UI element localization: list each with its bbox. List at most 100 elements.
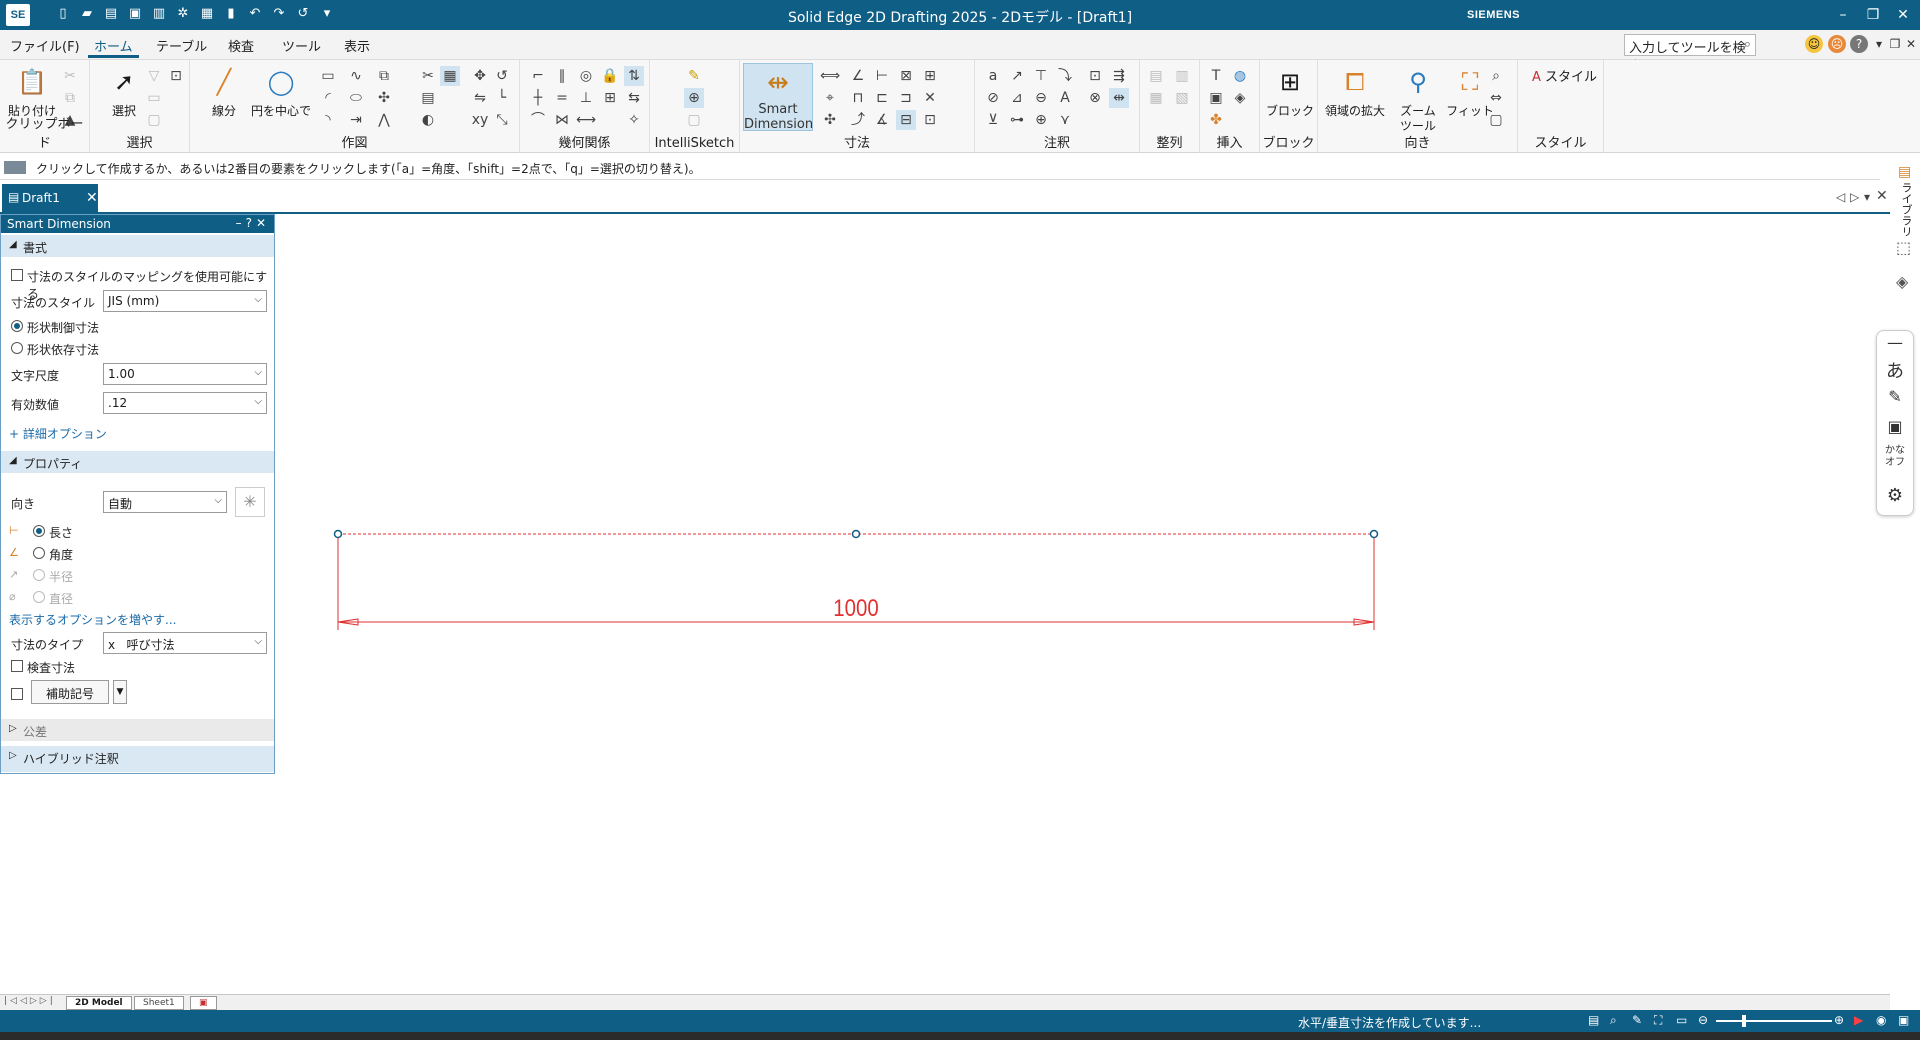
angle-radio[interactable]: [33, 547, 45, 559]
show-relations-icon[interactable]: ▢: [684, 110, 704, 130]
enable-mapping-checkbox[interactable]: [11, 269, 23, 281]
close-all-tabs-icon[interactable]: ✕: [1876, 188, 1888, 204]
dim-type-select[interactable]: x 呼び寸法 ⌵: [103, 632, 267, 654]
help-icon[interactable]: ?: [1850, 35, 1868, 53]
angle-between-icon[interactable]: ∠: [848, 66, 868, 86]
text-box-icon[interactable]: A: [1055, 88, 1075, 108]
zoom-slider-thumb[interactable]: [1742, 1015, 1746, 1027]
gear-icon[interactable]: ⚙: [1877, 485, 1913, 506]
bolt-hole-circle-icon[interactable]: ⊕: [1031, 110, 1051, 130]
zoom-area-button[interactable]: ⧠ 領域の拡大: [1320, 64, 1390, 134]
panel-close-icon[interactable]: ✕: [256, 216, 270, 230]
kana-mode-button[interactable]: あ: [1877, 357, 1913, 383]
insert-symbol-icon[interactable]: ✤: [1206, 110, 1226, 130]
callout-icon[interactable]: ⊤: [1031, 66, 1051, 86]
horizontal-vertical-icon[interactable]: ┼: [528, 88, 548, 108]
orientation-select[interactable]: 自動 ⌵: [103, 491, 227, 513]
lock-icon[interactable]: 🔒: [600, 66, 620, 86]
collapse-icon[interactable]: —: [1877, 333, 1913, 352]
align-bottom-icon[interactable]: ▧: [1172, 88, 1192, 108]
curve-icon[interactable]: ∿: [346, 66, 366, 86]
tab-table[interactable]: テーブル: [150, 36, 213, 58]
symmetric-icon[interactable]: ⋀: [374, 110, 394, 130]
style-button[interactable]: A スタイル: [1532, 66, 1597, 85]
library-tab[interactable]: ライブラリ: [1898, 182, 1914, 237]
datum-frame-icon[interactable]: ⊡: [1085, 66, 1105, 86]
ellipse-icon[interactable]: ⬭: [346, 88, 366, 108]
fill-icon[interactable]: ▦: [440, 66, 460, 86]
zoom-icon[interactable]: ⌕: [1486, 66, 1506, 86]
symmetric-diameter-icon[interactable]: ⊞: [920, 66, 940, 86]
centerline-icon[interactable]: ⇹: [1109, 88, 1129, 108]
zoom-out-icon[interactable]: ⊖: [1698, 1013, 1708, 1027]
coordinate-icon[interactable]: xy: [470, 110, 490, 130]
intellisketch-options-icon[interactable]: ⊕: [684, 88, 704, 108]
aux-symbol-checkbox[interactable]: [11, 688, 23, 700]
line-endpoint-handle[interactable]: [333, 529, 343, 539]
weld-icon[interactable]: ⊿: [1007, 88, 1027, 108]
tab-tools[interactable]: ツール: [276, 36, 327, 58]
datum-target-icon[interactable]: ⊻: [983, 110, 1003, 130]
concentric-icon[interactable]: ◎: [576, 66, 596, 86]
angle-dim-icon[interactable]: ∡: [872, 110, 892, 130]
layers-icon[interactable]: ◈: [1896, 272, 1908, 291]
aux-symbol-button[interactable]: 補助記号: [31, 680, 109, 704]
tab-home[interactable]: ホーム: [88, 36, 139, 58]
corner-icon[interactable]: └: [492, 88, 512, 108]
connector-icon[interactable]: ⊶: [1007, 110, 1027, 130]
restore-button[interactable]: ❐: [1858, 4, 1888, 26]
kana-off-button[interactable]: かな オフ: [1877, 445, 1913, 469]
ime-pad-icon[interactable]: ✎: [1877, 387, 1913, 406]
select-all-icon[interactable]: ▢: [144, 110, 164, 130]
dim-style-select[interactable]: JIS (mm) ⌵: [103, 290, 267, 312]
symmetric-dim-icon[interactable]: ✣: [820, 110, 840, 130]
line-endpoint-handle[interactable]: [1369, 529, 1379, 539]
dimension-value-text[interactable]: 1000: [833, 594, 878, 621]
smile-feedback-icon[interactable]: ☺: [1805, 35, 1823, 53]
driven-dim-radio[interactable]: [11, 342, 23, 354]
equal-icon[interactable]: =: [552, 88, 572, 108]
mirror-icon[interactable]: ⇋: [470, 88, 490, 108]
perpendicular-icon[interactable]: ⊥: [576, 88, 596, 108]
tab-inspect[interactable]: 検査: [222, 36, 260, 58]
tangent-icon[interactable]: ⌒: [528, 110, 548, 130]
drawing-canvas[interactable]: 1000: [276, 214, 1890, 994]
balloon-icon[interactable]: ⤵: [1055, 66, 1075, 86]
arc-icon[interactable]: ◜: [318, 88, 338, 108]
line-midpoint-handle[interactable]: [851, 529, 861, 539]
zoom-in-icon[interactable]: ⊕: [1834, 1013, 1844, 1027]
parallel-icon[interactable]: ∥: [552, 66, 572, 86]
leader-icon[interactable]: ↗: [1007, 66, 1027, 86]
close-window-button[interactable]: ✕: [1888, 4, 1918, 26]
smart-dimension-button[interactable]: ⇹ Smart Dimension: [743, 63, 813, 132]
edit-dim-icon[interactable]: ✕: [920, 88, 940, 108]
orientation-pick-icon[interactable]: ✳: [235, 487, 265, 517]
format-section-header[interactable]: ◢ 書式: [1, 235, 274, 257]
close-tab-icon[interactable]: ✕: [86, 190, 98, 206]
select-mode-icon[interactable]: ▭: [144, 88, 164, 108]
record-icon[interactable]: ◉: [1876, 1013, 1886, 1027]
tab-prev-icon[interactable]: ◁: [1836, 190, 1845, 204]
angular-coordinate-icon[interactable]: ⌖: [820, 88, 840, 108]
trim-icon[interactable]: ✂: [418, 66, 438, 86]
panel-help-icon[interactable]: ?: [246, 216, 256, 230]
panel-minimize-icon[interactable]: –: [236, 216, 246, 230]
diameter-radio[interactable]: [33, 591, 45, 603]
project-icon[interactable]: ◐: [418, 110, 438, 130]
insert-globe-icon[interactable]: ◍: [1230, 66, 1250, 86]
block-button[interactable]: ⊞ ブロック: [1262, 64, 1318, 134]
precision-select[interactable]: .12 ⌵: [103, 392, 267, 414]
video-icon[interactable]: ▶: [1854, 1013, 1863, 1027]
fit-status-icon[interactable]: ⛶: [1654, 1013, 1662, 1028]
sheet-status-icon[interactable]: ▭: [1676, 1013, 1687, 1027]
chain-dim-icon[interactable]: ⊐: [896, 88, 916, 108]
pan-status-icon[interactable]: ✎: [1632, 1013, 1642, 1027]
tab-list-icon[interactable]: ▾: [1864, 190, 1870, 204]
feature-control-icon[interactable]: ⇶: [1109, 66, 1129, 86]
frown-feedback-icon[interactable]: ☹: [1828, 35, 1846, 53]
connect-icon[interactable]: ⌐: [528, 66, 548, 86]
stretch-icon[interactable]: ⤡: [492, 110, 512, 130]
text-icon[interactable]: a: [983, 66, 1003, 86]
document-tab[interactable]: ▤ Draft1 ✕: [2, 184, 98, 212]
zoom-tool-button[interactable]: ⚲ ズーム ツール: [1390, 64, 1446, 134]
